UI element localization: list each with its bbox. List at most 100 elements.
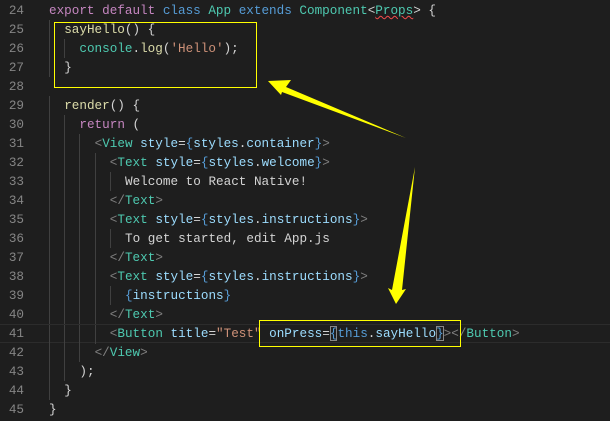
code-text: } <box>49 400 57 419</box>
code-token: } <box>436 326 444 341</box>
code-token: . <box>132 41 141 56</box>
code-line[interactable]: 38 <Text style={styles.instructions}> <box>0 267 610 286</box>
code-line[interactable]: 40 </Text> <box>0 305 610 324</box>
code-line[interactable]: 43); <box>0 362 610 381</box>
code-text: export default class App extends Compone… <box>49 1 436 20</box>
code-text: } <box>64 381 72 400</box>
indent-guide <box>79 343 81 362</box>
code-token: this <box>337 326 368 341</box>
indent-guide <box>79 305 81 324</box>
code-line[interactable]: 30 return ( <box>0 115 610 134</box>
code-token: Text <box>117 212 148 227</box>
code-text: </Text> <box>110 191 163 210</box>
code-text: To get started, edit App.js <box>125 229 330 248</box>
line-number: 44 <box>8 383 24 398</box>
code-token: ( <box>124 117 141 132</box>
line-number: 42 <box>8 345 24 360</box>
code-token: styles <box>208 269 254 284</box>
code-token: class <box>162 3 201 18</box>
code-line[interactable]: 32 <Text style={styles.welcome}> <box>0 153 610 172</box>
code-token: = <box>193 155 201 170</box>
code-editor[interactable]: 24 export default class App extends Compo… <box>0 0 610 421</box>
code-token: > <box>155 193 163 208</box>
code-token: extends <box>238 3 292 18</box>
code-text: <Text style={styles.instructions}> <box>110 267 368 286</box>
code-line[interactable]: 24 export default class App extends Compo… <box>0 1 610 20</box>
indent-guide <box>94 248 96 267</box>
line-number: 36 <box>8 231 24 246</box>
code-line[interactable]: 42 </View> <box>0 343 610 362</box>
indent-guide <box>94 267 96 286</box>
indent-guide <box>49 305 50 324</box>
code-token: > <box>360 269 368 284</box>
indent-guide <box>109 286 111 305</box>
line-number: 37 <box>8 250 24 265</box>
code-token: > <box>322 136 330 151</box>
code-line[interactable]: 39 {instructions} <box>0 286 610 305</box>
code-token: </ <box>109 250 125 265</box>
indent-guide <box>49 134 50 153</box>
line-number: 34 <box>8 193 24 208</box>
code-token: > <box>140 345 148 360</box>
code-token: container <box>246 136 315 151</box>
indent-guide <box>79 172 81 191</box>
code-token: Welcome to React Native! <box>125 174 308 189</box>
code-token: } <box>223 288 232 303</box>
code-token: export <box>49 3 95 18</box>
code-text: } <box>64 58 72 77</box>
code-line[interactable]: 31 <View style={styles.container}> <box>0 134 610 153</box>
code-line[interactable]: 25 sayHello() { <box>0 20 610 39</box>
line-number: 32 <box>8 155 24 170</box>
code-line[interactable]: 26 console.log('Hello'); <box>0 39 610 58</box>
code-token: ); <box>223 41 239 56</box>
indent-guide <box>49 210 50 229</box>
code-text: </View> <box>95 343 148 362</box>
code-text: <View style={styles.container}> <box>95 134 330 153</box>
indent-guide <box>109 172 111 191</box>
code-token: . <box>253 212 262 227</box>
code-line[interactable]: 27} <box>0 58 610 77</box>
indent-guide <box>49 96 50 115</box>
indent-guide <box>49 343 50 362</box>
code-line[interactable]: 28 <box>0 77 610 96</box>
code-token: Text <box>124 250 156 265</box>
code-text: return ( <box>79 115 140 134</box>
code-token: . <box>253 269 262 284</box>
indent-guide <box>94 325 96 344</box>
code-token: View <box>109 345 141 360</box>
code-line[interactable]: 36 To get started, edit App.js <box>0 229 610 248</box>
code-token: render <box>64 98 110 113</box>
code-token: default <box>102 3 156 18</box>
indent-guide <box>79 191 81 210</box>
line-number: 41 <box>8 326 24 341</box>
code-line[interactable]: 29 render() { <box>0 96 610 115</box>
indent-guide <box>94 210 96 229</box>
line-number: 33 <box>8 174 24 189</box>
indent-guide <box>64 210 66 229</box>
code-text: Welcome to React Native! <box>125 172 307 191</box>
code-token: > { <box>413 3 436 18</box>
line-number: 25 <box>8 22 24 37</box>
indent-guide <box>49 248 50 267</box>
line-number: 27 <box>8 60 24 75</box>
code-text: render() { <box>64 96 140 115</box>
code-line[interactable]: 34 </Text> <box>0 191 610 210</box>
code-token: return <box>79 117 125 132</box>
code-line[interactable]: 37 </Text> <box>0 248 610 267</box>
indent-guide <box>94 172 96 191</box>
line-number: 31 <box>8 136 24 151</box>
code-line[interactable]: 41 <Button title="Test" onPress={this.say… <box>0 324 610 344</box>
code-line[interactable]: 45} <box>0 400 610 419</box>
code-line[interactable]: 33 Welcome to React Native! <box>0 172 610 191</box>
code-line[interactable]: 44} <box>0 381 610 400</box>
code-token: = <box>178 136 186 151</box>
indent-guide <box>49 286 50 305</box>
code-token: To get started, edit App.js <box>125 231 330 246</box>
code-token: styles <box>193 136 239 151</box>
code-text: </Text> <box>110 305 163 324</box>
code-line[interactable]: 35 <Text style={styles.instructions}> <box>0 210 610 229</box>
indent-guide <box>94 191 96 210</box>
